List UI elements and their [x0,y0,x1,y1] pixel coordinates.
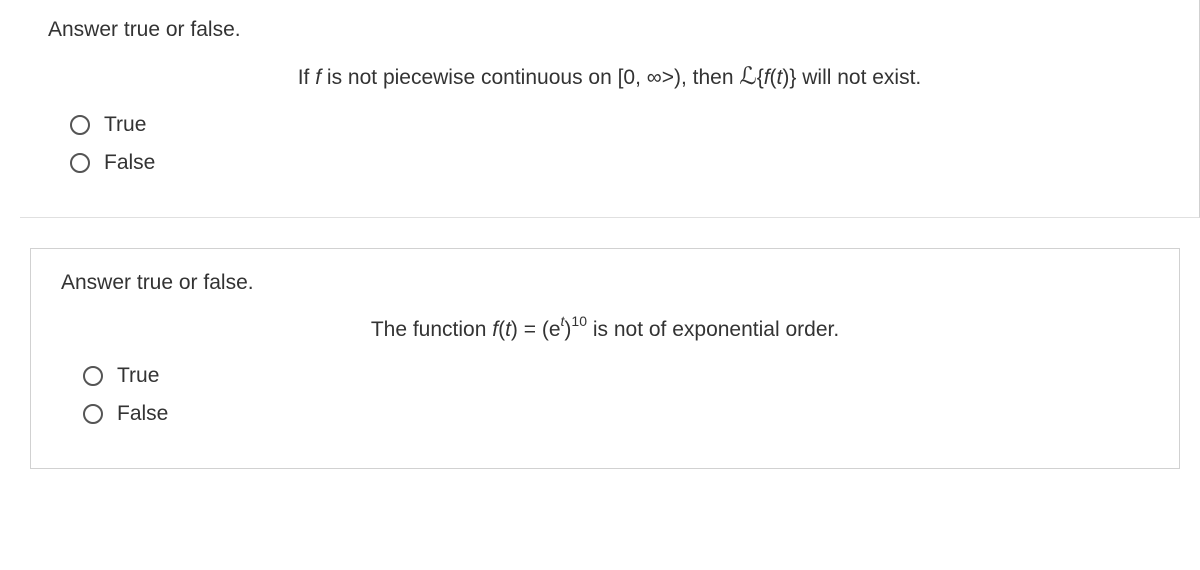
q2-option-false-label: False [117,402,168,426]
q1-option-false[interactable]: False [70,151,1171,175]
radio-icon [83,366,103,386]
radio-icon [83,404,103,424]
question-2: Answer true or false. The function f(t) … [30,248,1180,469]
radio-icon [70,115,90,135]
q2-option-false[interactable]: False [83,402,1149,426]
q1-option-false-label: False [104,151,155,175]
q1-option-true-label: True [104,113,146,137]
radio-icon [70,153,90,173]
q1-option-true[interactable]: True [70,113,1171,137]
question-1-statement: If f is not piecewise continuous on [0, … [48,62,1171,91]
question-2-statement: The function f(t) = (et)10 is not of exp… [61,315,1149,342]
question-2-options: True False [61,364,1149,426]
question-1: Answer true or false. If f is not piecew… [20,0,1200,218]
question-1-prompt: Answer true or false. [48,18,1171,42]
q2-option-true-label: True [117,364,159,388]
question-2-prompt: Answer true or false. [61,271,1149,295]
q2-option-true[interactable]: True [83,364,1149,388]
question-1-options: True False [48,113,1171,175]
